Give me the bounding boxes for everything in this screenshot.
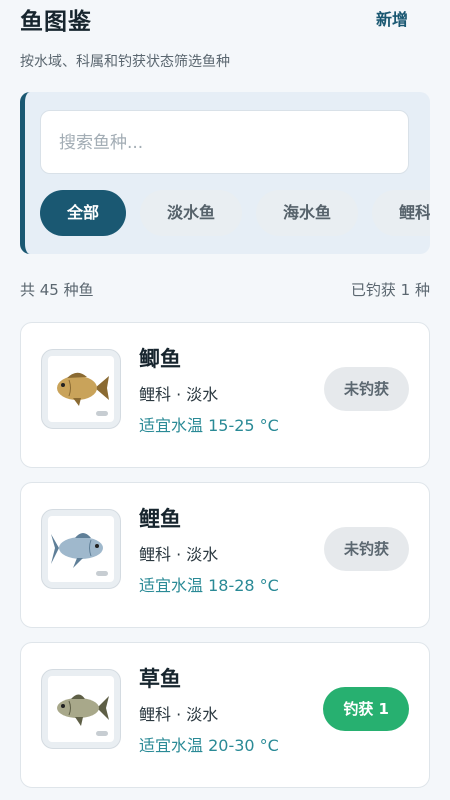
fish-name: 鲤鱼 xyxy=(139,507,181,531)
filter-chips: 全部 淡水鱼 海水鱼 鲤科 xyxy=(40,190,430,236)
fish-name: 鲫鱼 xyxy=(139,347,181,371)
filter-chip-cyprinidae[interactable]: 鲤科 xyxy=(372,190,430,236)
carp-icon xyxy=(51,533,103,568)
add-fish-button[interactable]: 新增 xyxy=(376,6,408,30)
catch-status-badge[interactable]: 钓获 1 xyxy=(323,687,409,731)
filter-chip-all[interactable]: 全部 xyxy=(40,190,127,236)
caught-count: 已钓获 1 种 xyxy=(350,281,430,299)
fish-card-crucian-carp[interactable]: 鲫鱼 鲤科 · 淡水 适宜水温 15-25 °C 未钓获 xyxy=(20,322,430,468)
header: 鱼图鉴 新增 xyxy=(20,0,430,40)
fish-card-grass-carp[interactable]: 草鱼 鲤科 · 淡水 适宜水温 20-30 °C 钓获 1 xyxy=(20,642,430,788)
filter-chip-saltwater[interactable]: 海水鱼 xyxy=(256,190,359,236)
page-title: 鱼图鉴 xyxy=(20,9,92,35)
search-box[interactable] xyxy=(40,110,409,175)
catch-status-badge[interactable]: 未钓获 xyxy=(323,367,409,411)
total-count: 共 45 种鱼 xyxy=(20,281,94,299)
catch-status-badge[interactable]: 未钓获 xyxy=(323,527,409,571)
fish-thumbnail xyxy=(41,669,121,749)
fish-water-temp: 适宜水温 20-30 °C xyxy=(139,736,279,755)
fish-name: 草鱼 xyxy=(139,667,181,691)
fish-family: 鲤科 · 淡水 xyxy=(139,705,219,724)
grass-carp-icon xyxy=(57,694,109,726)
fish-water-temp: 适宜水温 15-25 °C xyxy=(139,416,279,435)
crucian-carp-icon xyxy=(57,372,109,406)
fish-water-temp: 适宜水温 18-28 °C xyxy=(139,576,279,595)
fish-thumbnail xyxy=(41,349,121,429)
fish-guide-page: 鱼图鉴 新增 按水域、科属和钓获状态筛选鱼种 全部淡水鱼海水鱼鲤科 共 45 种… xyxy=(0,0,450,800)
page-subtitle: 按水域、科属和钓获状态筛选鱼种 xyxy=(20,54,230,70)
fish-card-carp[interactable]: 鲤鱼 鲤科 · 淡水 适宜水温 18-28 °C 未钓获 xyxy=(20,482,430,628)
fish-family: 鲤科 · 淡水 xyxy=(139,545,219,564)
fish-thumbnail xyxy=(41,509,121,589)
fish-family: 鲤科 · 淡水 xyxy=(139,385,219,404)
filter-panel: 全部淡水鱼海水鱼鲤科 xyxy=(20,92,430,254)
search-input[interactable] xyxy=(57,111,391,175)
filter-chip-freshwater[interactable]: 淡水鱼 xyxy=(140,190,243,236)
